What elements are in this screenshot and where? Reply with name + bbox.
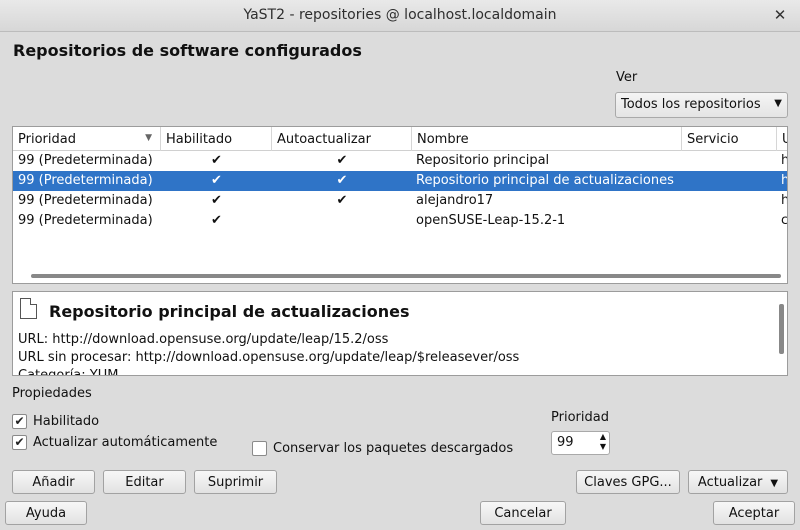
view-label: Ver [616,70,638,85]
column-header-autorefresh[interactable]: Autoactualizar [272,127,412,151]
properties-label: Propiedades [12,386,92,401]
cell-name: Repositorio principal [416,153,550,168]
cell-enabled: ✔ [211,193,222,208]
table-row-selected[interactable]: 99 (Predeterminada) ✔ ✔ Repositorio prin… [13,171,787,191]
chevron-down-icon: ▼ [770,478,779,489]
cell-name: Repositorio principal de actualizaciones [416,173,674,188]
keep-packages-checkbox-label: Conservar los paquetes descargados [273,441,514,456]
column-header-url[interactable]: U [777,127,787,151]
spin-arrows-icon[interactable]: ▲ ▼ [600,432,606,452]
details-category: Categoría: YUM [18,368,119,376]
view-dropdown-value: Todos los repositorios [621,97,761,112]
details-title: Repositorio principal de actualizaciones [49,302,410,321]
window-title: YaST2 - repositories @ localhost.localdo… [243,7,557,23]
repository-details: Repositorio principal de actualizaciones… [12,291,788,376]
refresh-button-label: Actualizar [697,475,763,490]
cell-priority: 99 (Predeterminada) [18,173,153,188]
cell-url: h [781,173,787,188]
cell-url: c [781,213,788,228]
cancel-button[interactable]: Cancelar [480,501,566,525]
accept-button[interactable]: Aceptar [713,501,795,525]
chevron-down-icon: ▼ [774,98,782,109]
column-header-label: Habilitado [166,132,233,147]
details-raw-url: URL sin procesar: http://download.opensu… [18,350,520,365]
document-icon [20,298,37,319]
autorefresh-checkbox[interactable]: ✔ Actualizar automáticamente [12,435,217,450]
checkbox-unchecked-icon [252,441,267,456]
column-header-label: Nombre [417,132,469,147]
page-title: Repositorios de software configurados [13,41,362,60]
gpg-keys-button[interactable]: Claves GPG... [576,470,680,494]
autorefresh-checkbox-label: Actualizar automáticamente [33,435,218,450]
priority-spinbox[interactable]: 99 ▲ ▼ [551,431,610,455]
cell-enabled: ✔ [211,173,222,188]
cell-autorefresh: ✔ [336,153,348,168]
help-button[interactable]: Ayuda [5,501,87,525]
column-header-priority[interactable]: Prioridad ▼ [13,127,161,151]
cell-name: alejandro17 [416,193,494,208]
cell-name: openSUSE-Leap-15.2-1 [416,213,566,228]
column-header-service[interactable]: Servicio [682,127,777,151]
column-header-label: Autoactualizar [277,132,371,147]
cell-autorefresh: ✔ [336,193,348,208]
priority-label: Prioridad [551,410,609,425]
details-url: URL: http://download.opensuse.org/update… [18,332,389,347]
cell-priority: 99 (Predeterminada) [18,213,153,228]
delete-button[interactable]: Suprimir [194,470,277,494]
close-icon[interactable]: ✕ [770,5,790,25]
table-header: Prioridad ▼ Habilitado Autoactualizar No… [13,127,787,151]
sort-arrow-icon: ▼ [145,133,152,143]
repositories-table[interactable]: Prioridad ▼ Habilitado Autoactualizar No… [12,126,788,284]
cell-url: h [781,193,787,208]
cell-enabled: ✔ [211,153,222,168]
vertical-scrollbar[interactable] [779,304,784,354]
column-header-label: U [782,132,787,147]
column-header-enabled[interactable]: Habilitado [161,127,272,151]
refresh-button[interactable]: Actualizar ▼ [688,470,788,494]
view-dropdown[interactable]: Todos los repositorios ▼ [615,92,788,118]
add-button[interactable]: Añadir [12,470,95,494]
cell-priority: 99 (Predeterminada) [18,153,153,168]
enabled-checkbox-label: Habilitado [33,414,100,429]
column-header-label: Prioridad [18,132,76,147]
enabled-checkbox[interactable]: ✔ Habilitado [12,414,99,429]
table-row[interactable]: 99 (Predeterminada) ✔ ✔ alejandro17 h [13,191,787,211]
edit-button[interactable]: Editar [103,470,186,494]
horizontal-scrollbar[interactable] [31,274,781,278]
table-row[interactable]: 99 (Predeterminada) ✔ openSUSE-Leap-15.2… [13,211,787,231]
priority-value: 99 [557,435,574,450]
keep-packages-checkbox[interactable]: Conservar los paquetes descargados [252,441,513,456]
cell-priority: 99 (Predeterminada) [18,193,153,208]
column-header-name[interactable]: Nombre [412,127,682,151]
table-row[interactable]: 99 (Predeterminada) ✔ ✔ Repositorio prin… [13,151,787,171]
column-header-label: Servicio [687,132,739,147]
title-bar: YaST2 - repositories @ localhost.localdo… [0,0,800,32]
cell-enabled: ✔ [211,213,222,228]
checkbox-checked-icon: ✔ [12,435,27,450]
cell-autorefresh: ✔ [336,173,348,188]
cell-url: h [781,153,787,168]
checkbox-checked-icon: ✔ [12,414,27,429]
